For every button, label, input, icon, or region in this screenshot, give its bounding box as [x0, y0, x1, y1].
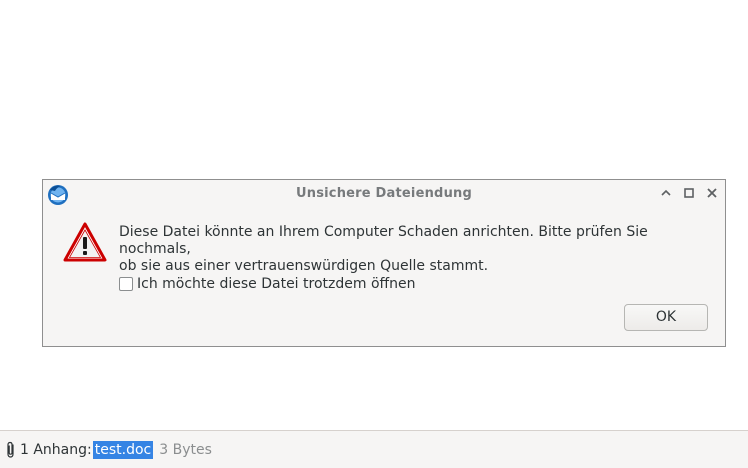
close-icon	[707, 188, 717, 198]
ok-button[interactable]: OK	[624, 304, 708, 331]
attachment-file[interactable]: test.doc	[92, 440, 154, 459]
mail-viewer: Unsichere Dateiendung Diese Datei könnte…	[0, 0, 748, 468]
close-button[interactable]	[705, 186, 719, 200]
open-anyway-checkbox-row[interactable]: Ich möchte diese Datei trotzdem öffnen	[119, 276, 416, 292]
dialog-message: Diese Datei könnte an Ihrem Computer Sch…	[119, 224, 648, 274]
open-anyway-label[interactable]: Ich möchte diese Datei trotzdem öffnen	[137, 276, 416, 292]
attachment-count: 1 Anhang:	[20, 441, 92, 458]
minimize-button[interactable]	[659, 186, 673, 200]
dialog-title: Unsichere Dateiendung	[296, 186, 472, 201]
warning-triangle-icon	[63, 222, 107, 262]
open-anyway-checkbox[interactable]	[119, 277, 133, 291]
paperclip-icon	[7, 441, 14, 458]
attachment-size: 3 Bytes	[159, 441, 212, 458]
chevron-up-icon	[661, 189, 671, 196]
maximize-button[interactable]	[682, 186, 696, 200]
attachment-bar: 1 Anhang: test.doc 3 Bytes	[0, 430, 748, 468]
dialog-titlebar[interactable]: Unsichere Dateiendung	[43, 180, 725, 208]
maximize-icon	[684, 188, 694, 198]
unsafe-extension-dialog: Unsichere Dateiendung Diese Datei könnte…	[42, 179, 726, 347]
